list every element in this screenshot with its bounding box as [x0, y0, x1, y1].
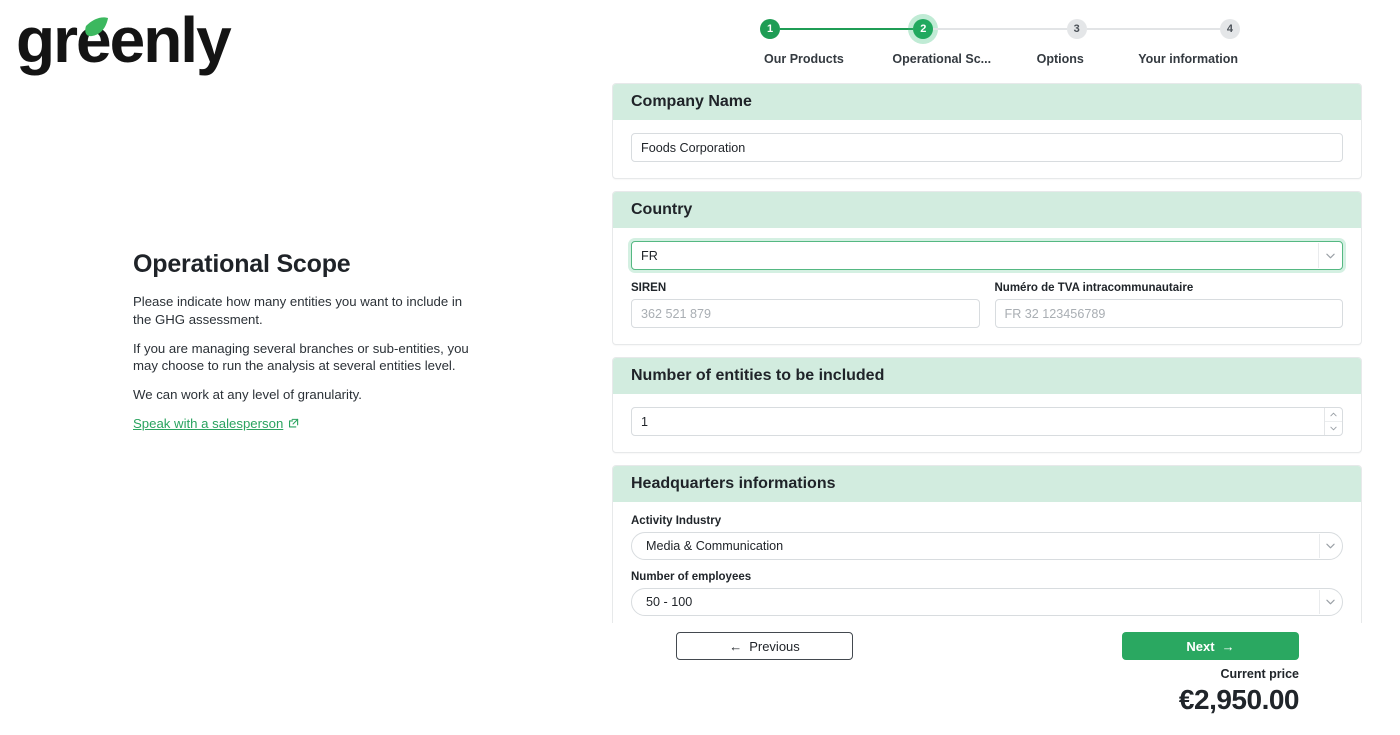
- step-4-label[interactable]: Your information: [1120, 52, 1241, 66]
- activity-industry-label: Activity Industry: [631, 515, 1343, 527]
- company-name-card-body: [613, 120, 1361, 178]
- siren-field-group: SIREN: [631, 282, 980, 328]
- stepper-labels: Our Products Operational Sc... Options Y…: [760, 52, 1240, 66]
- step-connector-1: [780, 28, 913, 30]
- svg-text:greenly: greenly: [16, 6, 232, 76]
- country-card-title: Country: [613, 192, 1361, 228]
- country-value: FR: [641, 249, 658, 263]
- arrow-right-icon: →: [1222, 639, 1235, 654]
- number-of-employees-value: 50 - 100: [646, 595, 692, 609]
- entities-card-body: 1: [613, 394, 1361, 452]
- company-name-card-title: Company Name: [613, 84, 1361, 120]
- vat-input[interactable]: [995, 299, 1344, 328]
- number-spinner[interactable]: [1324, 408, 1342, 435]
- arrow-left-icon: ←: [729, 639, 742, 654]
- current-price-value: €2,950.00: [1179, 682, 1299, 717]
- entities-card: Number of entities to be included 1: [612, 357, 1362, 453]
- sales-link-label: Speak with a salesperson: [133, 416, 283, 431]
- previous-button-label: Previous: [749, 639, 800, 654]
- entities-count-stepper[interactable]: 1: [631, 407, 1343, 436]
- number-of-employees-select[interactable]: 50 - 100: [631, 588, 1343, 616]
- chevron-down-icon[interactable]: [1319, 534, 1340, 558]
- siren-label: SIREN: [631, 282, 980, 294]
- activity-industry-value: Media & Communication: [646, 539, 783, 553]
- page-title: Operational Scope: [133, 250, 478, 279]
- company-name-input[interactable]: [631, 133, 1343, 162]
- headquarters-card-body: Activity Industry Media & Communication …: [613, 502, 1361, 623]
- country-identifiers-row: SIREN Numéro de TVA intracommunautaire: [631, 282, 1343, 328]
- country-combobox[interactable]: FR: [631, 241, 1343, 270]
- external-link-icon: [288, 418, 299, 429]
- entities-count-value: 1: [632, 415, 648, 429]
- country-card: Country FR SIREN Numéro de TVA intracomm…: [612, 191, 1362, 345]
- progress-stepper: 1 2 3 4 Our Products Operational Sc... O…: [760, 14, 1240, 70]
- greenly-logo[interactable]: greenly: [16, 6, 246, 78]
- spinner-down-icon[interactable]: [1325, 422, 1342, 435]
- vat-label: Numéro de TVA intracommunautaire: [995, 282, 1344, 294]
- chevron-down-icon[interactable]: [1318, 243, 1341, 268]
- previous-button[interactable]: ← Previous: [676, 632, 853, 660]
- step-4-circle[interactable]: 4: [1220, 19, 1240, 39]
- current-price-block: Current price €2,950.00: [1179, 667, 1299, 717]
- activity-industry-select[interactable]: Media & Communication: [631, 532, 1343, 560]
- number-of-employees-label: Number of employees: [631, 571, 1343, 583]
- form-scroll-area[interactable]: Company Name Country FR SIREN: [612, 83, 1362, 623]
- step-2-circle[interactable]: 2: [913, 19, 933, 39]
- step-connector-3: [1087, 28, 1220, 30]
- step-2-label[interactable]: Operational Sc...: [883, 52, 1002, 66]
- intro-paragraph-2: If you are managing several branches or …: [133, 340, 478, 376]
- step-connector-2: [933, 28, 1066, 30]
- next-button-label: Next: [1186, 639, 1214, 654]
- stepper-circles: 1 2 3 4: [760, 14, 1240, 44]
- entities-card-title: Number of entities to be included: [613, 358, 1361, 394]
- step-1-label[interactable]: Our Products: [760, 52, 883, 66]
- intro-paragraph-3: We can work at any level of granularity.: [133, 386, 478, 404]
- headquarters-card-title: Headquarters informations: [613, 466, 1361, 502]
- intro-paragraph-1: Please indicate how many entities you wa…: [133, 293, 478, 329]
- headquarters-card: Headquarters informations Activity Indus…: [612, 465, 1362, 623]
- intro-panel: Operational Scope Please indicate how ma…: [133, 250, 478, 433]
- speak-with-salesperson-link[interactable]: Speak with a salesperson: [133, 416, 299, 431]
- step-3-circle[interactable]: 3: [1067, 19, 1087, 39]
- step-3-label[interactable]: Options: [1001, 52, 1120, 66]
- chevron-down-icon[interactable]: [1319, 590, 1340, 614]
- vat-field-group: Numéro de TVA intracommunautaire: [995, 282, 1344, 328]
- current-price-label: Current price: [1179, 667, 1299, 682]
- next-button[interactable]: Next →: [1122, 632, 1299, 660]
- spinner-up-icon[interactable]: [1325, 408, 1342, 422]
- country-card-body: FR SIREN Numéro de TVA intracommunautair…: [613, 228, 1361, 344]
- company-name-card: Company Name: [612, 83, 1362, 179]
- siren-input[interactable]: [631, 299, 980, 328]
- step-1-circle[interactable]: 1: [760, 19, 780, 39]
